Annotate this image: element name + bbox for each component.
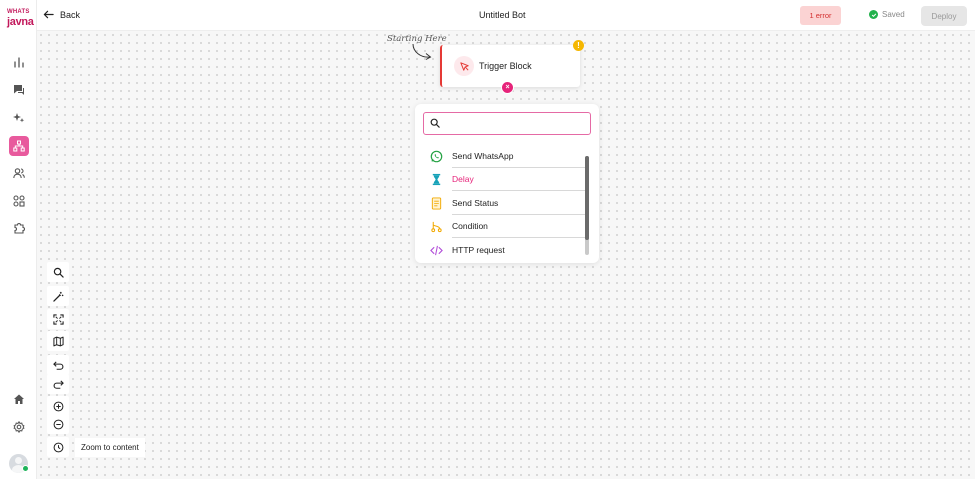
zoom-out-button[interactable] — [47, 414, 69, 434]
block-item-send-whatsapp[interactable]: Send WhatsApp — [427, 144, 587, 168]
history-icon — [53, 442, 63, 452]
block-list: Send WhatsApp Delay Send Status Conditio… — [427, 144, 587, 260]
nav-contacts[interactable] — [9, 163, 29, 183]
chat-icon — [14, 85, 24, 95]
magic-wand-icon — [52, 291, 63, 302]
users-icon — [13, 168, 25, 179]
code-icon — [429, 243, 443, 257]
nav-settings[interactable] — [9, 417, 29, 437]
zoom-to-content-button[interactable] — [47, 437, 69, 457]
block-item-send-status[interactable]: Send Status — [427, 191, 587, 215]
home-icon — [14, 394, 24, 404]
error-badge[interactable]: 1 error — [800, 6, 841, 25]
bar-chart-icon — [14, 57, 24, 68]
left-sidebar: WHATS javna — [0, 0, 37, 479]
nav-chats[interactable] — [9, 80, 29, 100]
canvas-search-button[interactable] — [47, 262, 69, 282]
cursor-icon — [459, 61, 469, 71]
flow-chart-icon — [13, 140, 25, 152]
branch-icon — [429, 220, 443, 234]
warning-icon[interactable]: ! — [573, 40, 584, 51]
settings-icon — [13, 421, 25, 433]
block-item-condition[interactable]: Condition — [427, 215, 587, 238]
nav-bot-flows[interactable] — [9, 136, 29, 156]
zoom-to-content-tooltip: Zoom to content — [75, 438, 145, 457]
minimap-button[interactable] — [47, 331, 69, 351]
integrations-icon — [13, 195, 25, 207]
block-search — [423, 112, 591, 135]
back-label: Back — [60, 9, 81, 20]
block-item-label: Send WhatsApp — [452, 150, 514, 161]
brand-logo[interactable]: WHATS javna — [7, 9, 34, 31]
nav-analytics[interactable] — [9, 52, 29, 72]
block-item-http-request[interactable]: HTTP request — [427, 238, 587, 260]
undo-button[interactable] — [47, 355, 69, 375]
trigger-block-label: Trigger Block — [479, 61, 532, 71]
redo-icon — [53, 379, 64, 389]
logo-line-1: WHATS — [7, 9, 30, 15]
block-picker: Send WhatsApp Delay Send Status Conditio… — [415, 104, 599, 263]
zoom-out-icon — [53, 419, 63, 429]
block-item-label: Send Status — [452, 197, 499, 208]
nav-extensions[interactable] — [9, 218, 29, 238]
block-item-label: Delay — [452, 174, 474, 185]
map-icon — [52, 336, 64, 346]
nav-home[interactable] — [9, 389, 29, 409]
top-bar: Back Untitled Bot 1 error Saved Deploy — [37, 0, 975, 31]
saved-label: Saved — [882, 10, 905, 19]
arrow-left-icon — [43, 10, 54, 19]
block-item-delay[interactable]: Delay — [427, 168, 587, 191]
bot-title[interactable]: Untitled Bot — [479, 10, 526, 20]
avatar-head — [15, 457, 22, 464]
fit-view-button[interactable] — [47, 309, 69, 329]
document-icon — [429, 196, 443, 210]
hourglass-icon — [429, 173, 443, 187]
back-button[interactable]: Back — [43, 9, 80, 20]
search-icon — [430, 118, 440, 128]
auto-layout-button[interactable] — [47, 286, 69, 306]
curved-arrow-icon — [412, 43, 432, 60]
puzzle-icon — [14, 223, 25, 234]
zoom-in-button[interactable] — [47, 396, 69, 416]
nav-ai[interactable] — [9, 108, 29, 128]
block-item-label: HTTP request — [452, 244, 505, 255]
block-search-input[interactable] — [444, 116, 584, 131]
saved-status: Saved — [869, 10, 905, 19]
redo-button[interactable] — [47, 374, 69, 394]
sparkles-icon — [13, 113, 25, 123]
fit-screen-icon — [52, 313, 64, 325]
check-circle-icon — [869, 10, 878, 19]
online-status-dot — [22, 465, 29, 472]
whatsapp-icon — [429, 149, 443, 163]
zoom-in-icon — [53, 401, 63, 411]
block-item-label: Condition — [452, 221, 488, 232]
undo-icon — [52, 360, 63, 370]
block-list-scrollbar-thumb[interactable] — [585, 156, 589, 240]
logo-line-2: javna — [7, 16, 34, 28]
search-icon — [53, 267, 64, 278]
remove-connection-button[interactable]: × — [501, 81, 514, 94]
nav-integrations[interactable] — [9, 191, 29, 211]
deploy-button[interactable]: Deploy — [921, 6, 967, 26]
trigger-icon-wrap — [454, 56, 474, 76]
